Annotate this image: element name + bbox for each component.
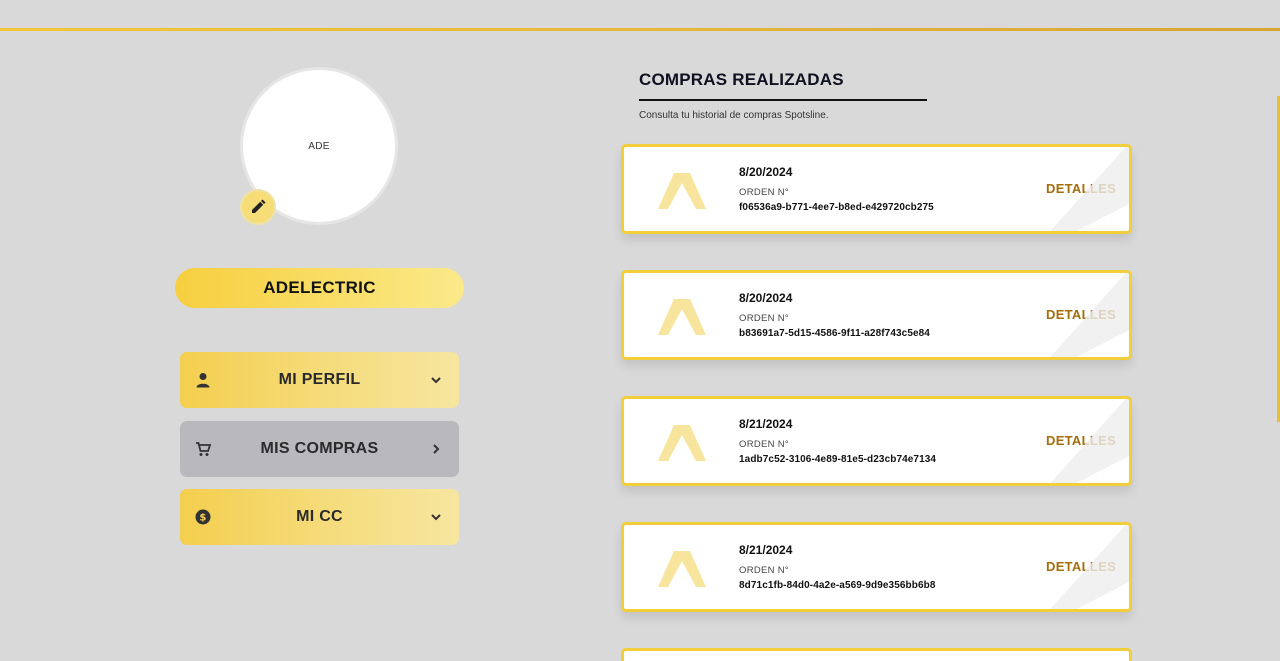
order-number-label: ORDEN N° [739, 313, 790, 324]
order-number-label: ORDEN N° [739, 439, 790, 450]
brand-logo-icon [658, 551, 706, 587]
nav-mi-cc[interactable]: $ MI CC [180, 489, 459, 545]
order-card: 8/21/2024 ORDEN N° 1adb7c52-3106-4e89-81… [621, 396, 1132, 486]
watermark-decoration [1050, 273, 1129, 357]
chevron-down-icon [431, 377, 441, 384]
top-accent-line [0, 28, 1280, 31]
brand-logo-icon [658, 173, 706, 209]
username-badge: ADELECTRIC [175, 268, 464, 308]
watermark-decoration [1050, 399, 1129, 483]
title-underline [639, 99, 927, 101]
page-title: COMPRAS REALIZADAS [639, 70, 844, 89]
page-subtitle: Consulta tu historial de compras Spotsli… [639, 110, 829, 121]
order-date: 8/21/2024 [739, 543, 793, 557]
order-date: 8/20/2024 [739, 291, 793, 305]
order-number-label: ORDEN N° [739, 187, 790, 198]
order-card-partial [621, 648, 1132, 661]
coin-icon: $ [195, 509, 211, 525]
nav-label: MI CC [296, 508, 343, 525]
cart-icon [196, 442, 211, 456]
watermark-decoration [1050, 525, 1129, 609]
chevron-down-icon [431, 514, 441, 521]
order-card: 8/20/2024 ORDEN N° b83691a7-5d15-4586-9f… [621, 270, 1132, 360]
edit-avatar-button[interactable] [240, 189, 276, 225]
brand-logo-icon [658, 299, 706, 335]
order-id: f06536a9-b771-4ee7-b8ed-e429720cb275 [739, 202, 934, 213]
nav-mi-perfil[interactable]: MI PERFIL [180, 352, 459, 408]
pencil-icon [252, 199, 266, 213]
order-id: 8d71c1fb-84d0-4a2e-a569-9d9e356bb6b8 [739, 580, 936, 591]
chevron-right-icon [433, 444, 440, 454]
watermark-decoration [1050, 147, 1129, 231]
nav-label: MI PERFIL [278, 371, 361, 388]
brand-logo-icon [658, 425, 706, 461]
order-id: b83691a7-5d15-4586-9f11-a28f743c5e84 [739, 328, 930, 339]
nav-label: MIS COMPRAS [260, 440, 379, 457]
order-date: 8/20/2024 [739, 165, 793, 179]
order-number-label: ORDEN N° [739, 565, 790, 576]
order-id: 1adb7c52-3106-4e89-81e5-d23cb74e7134 [739, 454, 937, 465]
order-card: 8/20/2024 ORDEN N° f06536a9-b771-4ee7-b8… [621, 144, 1132, 234]
svg-text:$: $ [199, 513, 206, 524]
order-date: 8/21/2024 [739, 417, 793, 431]
avatar-initials: ADE [308, 140, 330, 152]
person-icon [196, 373, 210, 388]
order-card: 8/21/2024 ORDEN N° 8d71c1fb-84d0-4a2e-a5… [621, 522, 1132, 612]
nav-mis-compras[interactable]: MIS COMPRAS [180, 421, 459, 477]
